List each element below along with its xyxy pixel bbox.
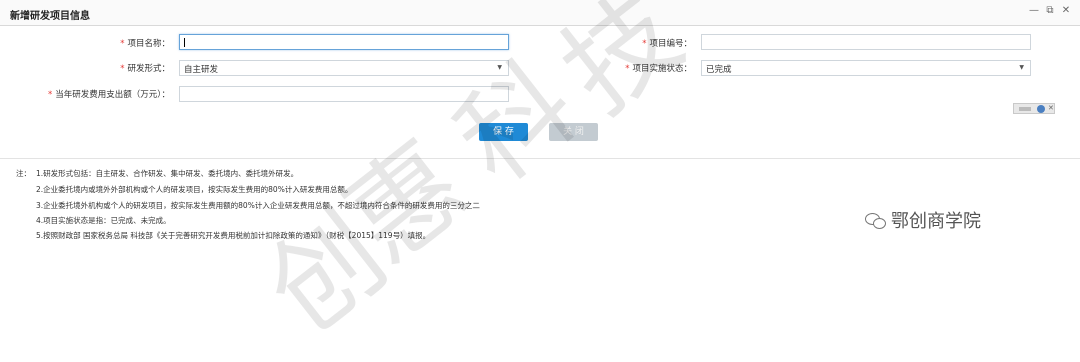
text-cursor: [184, 38, 185, 47]
annual-expense-input[interactable]: [179, 86, 509, 102]
grip-icon: [1019, 107, 1031, 111]
note-line-3: 3.企业委托境外机构或个人的研发项目，按实际发生费用额的80%计入企业研发费用总…: [36, 201, 480, 210]
dialog-titlebar: 新增研发项目信息 — ⧉ ✕: [0, 0, 1080, 26]
rd-form-label: * 研发形式：: [120, 64, 170, 74]
save-button[interactable]: 保 存: [479, 123, 528, 141]
note-line-2: 2.企业委托境内或境外外部机构或个人的研发项目，按实际发生费用的80%计入研发费…: [36, 185, 353, 194]
project-name-input[interactable]: [179, 34, 509, 50]
implementation-status-label: * 项目实施状态：: [625, 64, 692, 74]
divider: [0, 158, 1080, 159]
watermark-char: 惠: [323, 118, 489, 288]
dropdown-arrow-icon: ▼: [1019, 64, 1024, 71]
toolbar-close-icon[interactable]: ✕: [1048, 104, 1054, 112]
minimize-icon[interactable]: —: [1028, 5, 1040, 16]
dialog-title: 新增研发项目信息: [10, 11, 90, 22]
project-name-label: * 项目名称：: [120, 39, 170, 49]
wechat-label: 鄂创商学院: [891, 211, 981, 232]
note-line-5: 5.按照财政部 国家税务总局 科技部《关于完善研究开发费用税前加计扣除政策的通知…: [36, 231, 431, 240]
project-code-input[interactable]: [701, 34, 1031, 50]
wechat-icon: [865, 213, 887, 229]
project-code-label: * 项目编号：: [642, 39, 692, 49]
close-icon[interactable]: ✕: [1060, 5, 1072, 16]
dropdown-arrow-icon: ▼: [497, 64, 502, 71]
notes-prefix: 注：: [16, 169, 31, 178]
help-icon[interactable]: [1037, 105, 1045, 113]
helper-toolbar[interactable]: ✕: [1013, 103, 1055, 114]
rd-form-select[interactable]: 自主研发 ▼: [179, 60, 509, 76]
watermark-char: 创: [243, 188, 409, 358]
wechat-badge: 鄂创商学院: [865, 207, 981, 233]
annual-expense-label: * 当年研发费用支出额（万元）：: [47, 90, 170, 100]
note-line-4: 4.项目实施状态是指：已完成、未完成。: [36, 216, 171, 225]
implementation-status-select[interactable]: 已完成 ▼: [701, 60, 1031, 76]
maximize-icon[interactable]: ⧉: [1044, 5, 1056, 16]
close-button[interactable]: 关 闭: [549, 123, 598, 141]
note-line-1: 1.研发形式包括：自主研发、合作研发、集中研发、委托境内、委托境外研发。: [36, 169, 299, 178]
